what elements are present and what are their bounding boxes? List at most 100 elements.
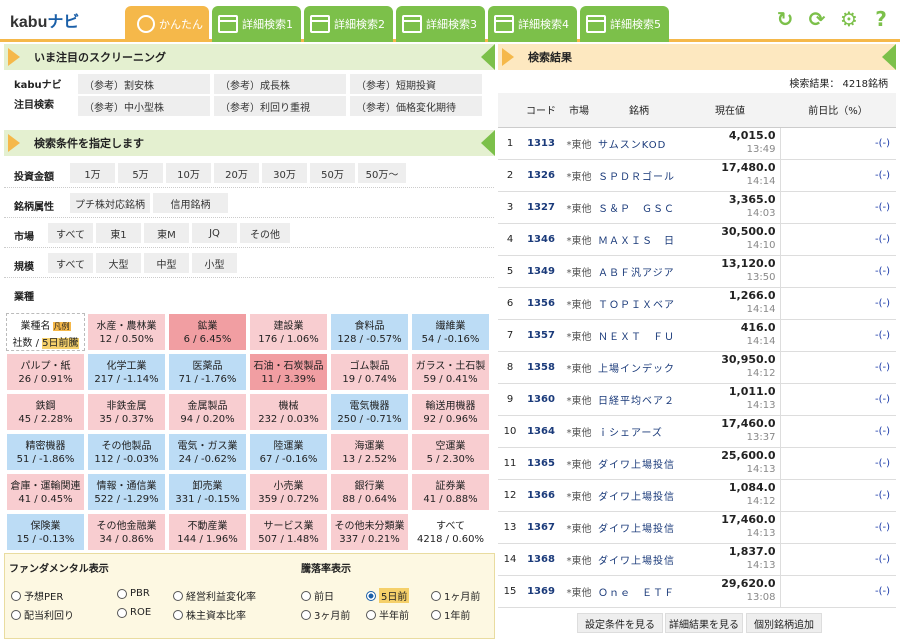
industry-cell[interactable]: 鉱業 6 / 6.45% bbox=[168, 313, 247, 351]
industry-cell[interactable]: 輸送用機器 92 / 0.96% bbox=[411, 393, 490, 431]
stock-code[interactable]: 1313 bbox=[522, 127, 560, 160]
amount-option[interactable]: 20万 bbox=[214, 163, 259, 183]
industry-cell[interactable]: 建設業 176 / 1.06% bbox=[249, 313, 328, 351]
table-row[interactable]: 7 1357 *東他 ＮＥＸＴ ＦＵ 416.0 14:14 -(-) bbox=[498, 319, 896, 352]
market-option[interactable]: 東1 bbox=[96, 223, 141, 243]
stock-change[interactable]: -(-) bbox=[779, 287, 896, 320]
stock-code[interactable]: 1357 bbox=[522, 319, 560, 352]
screening-item[interactable]: （参考）割安株 bbox=[78, 74, 210, 94]
amount-option[interactable]: 50万 bbox=[310, 163, 355, 183]
stock-change[interactable]: -(-) bbox=[779, 415, 896, 448]
col-header[interactable]: コード bbox=[522, 93, 560, 128]
industry-cell[interactable]: 陸運業 67 / -0.16% bbox=[249, 433, 328, 471]
scale-option[interactable]: 小型 bbox=[192, 253, 237, 273]
stock-code[interactable]: 1364 bbox=[522, 415, 560, 448]
stock-code[interactable]: 1366 bbox=[522, 479, 560, 512]
tab-1[interactable]: かんたん bbox=[125, 6, 209, 42]
stock-code[interactable]: 1369 bbox=[522, 575, 560, 608]
stock-change[interactable]: -(-) bbox=[779, 319, 896, 352]
industry-cell[interactable]: 水産・農林業 12 / 0.50% bbox=[87, 313, 166, 351]
refresh-icon[interactable]: ⟳ bbox=[806, 8, 828, 30]
industry-cell[interactable]: 鉄鋼 45 / 2.28% bbox=[6, 393, 85, 431]
stock-change[interactable]: -(-) bbox=[779, 447, 896, 480]
table-row[interactable]: 9 1360 *東他 日経平均ベア２ 1,011.0 14:13 -(-) bbox=[498, 383, 896, 416]
industry-cell[interactable]: すべて 4218 / 0.60% bbox=[411, 513, 490, 551]
screening-item[interactable]: （参考）利回り重視 bbox=[214, 96, 346, 116]
table-row[interactable]: 2 1326 *東他 ＳＰＤＲゴール 17,480.0 14:14 -(-) bbox=[498, 159, 896, 192]
stock-name[interactable]: Ｏｎｅ ＥＴＦ bbox=[598, 575, 680, 608]
industry-cell[interactable]: その他製品 112 / -0.03% bbox=[87, 433, 166, 471]
stock-change[interactable]: -(-) bbox=[779, 351, 896, 384]
rate-radio[interactable]: 半年前 bbox=[366, 607, 409, 622]
industry-cell[interactable]: 保険業 15 / -0.13% bbox=[6, 513, 85, 551]
table-row[interactable]: 8 1358 *東他 上場インデック 30,950.0 14:12 -(-) bbox=[498, 351, 896, 384]
table-row[interactable]: 6 1356 *東他 ＴＯＰＩＸベア 1,266.0 14:14 -(-) bbox=[498, 287, 896, 320]
tab-5[interactable]: 詳細検索4 bbox=[488, 6, 577, 42]
col-header[interactable]: 銘柄 bbox=[598, 93, 680, 128]
stock-change[interactable]: -(-) bbox=[779, 383, 896, 416]
view-details-button[interactable]: 詳細結果を見る bbox=[665, 613, 743, 633]
stock-change[interactable]: -(-) bbox=[779, 127, 896, 160]
stock-code[interactable]: 1326 bbox=[522, 159, 560, 192]
industry-cell[interactable]: パルプ・紙 26 / 0.91% bbox=[6, 353, 85, 391]
screening-item[interactable]: （参考）成長株 bbox=[214, 74, 346, 94]
stock-change[interactable]: -(-) bbox=[779, 159, 896, 192]
col-header[interactable]: 前日比（%） bbox=[780, 93, 896, 128]
scale-option[interactable]: すべて bbox=[48, 253, 93, 273]
stock-change[interactable]: -(-) bbox=[779, 543, 896, 576]
stock-name[interactable]: ダイワ上場投信 bbox=[598, 479, 680, 512]
scale-option[interactable]: 中型 bbox=[144, 253, 189, 273]
table-row[interactable]: 5 1349 *東他 ＡＢＦ汎アジア 13,120.0 13:50 -(-) bbox=[498, 255, 896, 288]
market-option[interactable]: その他 bbox=[240, 223, 290, 243]
col-header[interactable]: 現在値 bbox=[680, 93, 780, 128]
table-row[interactable]: 1 1313 *東他 サムスンKOD 4,015.0 13:49 -(-) bbox=[498, 127, 896, 160]
industry-cell[interactable]: 不動産業 144 / 1.96% bbox=[168, 513, 247, 551]
stock-code[interactable]: 1346 bbox=[522, 223, 560, 256]
screening-item[interactable]: （参考）短期投資 bbox=[350, 74, 482, 94]
scale-option[interactable]: 大型 bbox=[96, 253, 141, 273]
screening-item[interactable]: （参考）中小型株 bbox=[78, 96, 210, 116]
industry-cell[interactable]: 空運業 5 / 2.30% bbox=[411, 433, 490, 471]
stock-code[interactable]: 1349 bbox=[522, 255, 560, 288]
market-option[interactable]: JQ bbox=[192, 223, 237, 243]
fund-radio[interactable]: 経営利益変化率 bbox=[173, 588, 256, 603]
stock-name[interactable]: ダイワ上場投信 bbox=[598, 511, 680, 544]
amount-option[interactable]: 1万 bbox=[70, 163, 115, 183]
attr-option[interactable]: 信用銘柄 bbox=[153, 193, 228, 213]
rate-radio[interactable]: 前日 bbox=[301, 588, 334, 603]
stock-name[interactable]: ＮＥＸＴ ＦＵ bbox=[598, 319, 680, 352]
industry-cell[interactable]: 石油・石炭製品 11 / 3.39% bbox=[249, 353, 328, 391]
fund-radio[interactable]: 予想PER bbox=[11, 588, 63, 603]
industry-cell[interactable]: 金属製品 94 / 0.20% bbox=[168, 393, 247, 431]
industry-cell[interactable]: 精密機器 51 / -1.86% bbox=[6, 433, 85, 471]
market-option[interactable]: 東M bbox=[144, 223, 189, 243]
fund-radio[interactable]: 株主資本比率 bbox=[173, 607, 246, 622]
industry-cell[interactable]: ガラス・土石製 59 / 0.41% bbox=[411, 353, 490, 391]
industry-cell[interactable]: 卸売業 331 / -0.15% bbox=[168, 473, 247, 511]
industry-cell[interactable]: 医薬品 71 / -1.76% bbox=[168, 353, 247, 391]
stock-name[interactable]: 上場インデック bbox=[598, 351, 680, 384]
tab-6[interactable]: 詳細検索5 bbox=[580, 6, 669, 42]
stock-change[interactable]: -(-) bbox=[779, 479, 896, 512]
logo[interactable]: kabuナビ bbox=[10, 8, 79, 32]
stock-name[interactable]: ＴＯＰＩＸベア bbox=[598, 287, 680, 320]
industry-cell[interactable]: 電気機器 250 / -0.71% bbox=[330, 393, 409, 431]
col-header[interactable]: 市場 bbox=[560, 93, 598, 128]
stock-name[interactable]: ＡＢＦ汎アジア bbox=[598, 255, 680, 288]
industry-cell[interactable]: 電気・ガス業 24 / -0.62% bbox=[168, 433, 247, 471]
industry-cell[interactable]: 倉庫・運輸関連 41 / 0.45% bbox=[6, 473, 85, 511]
help-icon[interactable]: ? bbox=[870, 8, 892, 30]
amount-option[interactable]: 10万 bbox=[166, 163, 211, 183]
stock-change[interactable]: -(-) bbox=[779, 575, 896, 608]
stock-name[interactable]: サムスンKOD bbox=[598, 127, 680, 160]
stock-change[interactable]: -(-) bbox=[779, 511, 896, 544]
industry-cell[interactable]: 機械 232 / 0.03% bbox=[249, 393, 328, 431]
stock-name[interactable]: ＳＰＤＲゴール bbox=[598, 159, 680, 192]
market-option[interactable]: すべて bbox=[48, 223, 93, 243]
fund-radio[interactable]: 配当利回り bbox=[11, 607, 74, 622]
table-row[interactable]: 3 1327 *東他 Ｓ＆Ｐ ＧＳＣ 3,365.0 14:03 -(-) bbox=[498, 191, 896, 224]
add-stock-button[interactable]: 個別銘柄追加 bbox=[746, 613, 822, 633]
industry-cell[interactable]: 情報・通信業 522 / -1.29% bbox=[87, 473, 166, 511]
stock-code[interactable]: 1368 bbox=[522, 543, 560, 576]
table-row[interactable]: 13 1367 *東他 ダイワ上場投信 17,460.0 14:13 -(-) bbox=[498, 511, 896, 544]
